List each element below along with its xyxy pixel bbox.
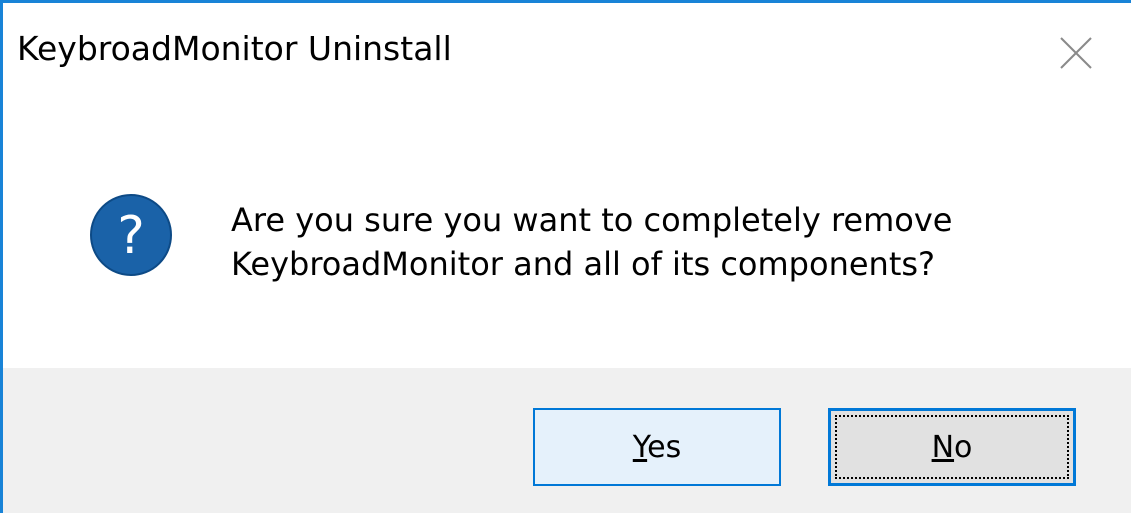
title-bar[interactable]: KeybroadMonitor Uninstall [3, 3, 1131, 103]
button-bar: Yes No [3, 368, 1131, 513]
no-button[interactable]: No [828, 408, 1076, 486]
message-area: ? Are you sure you want to completely re… [3, 103, 1131, 368]
close-button[interactable] [1041, 23, 1111, 83]
svg-text:?: ? [117, 206, 145, 266]
close-icon [1060, 37, 1092, 69]
window-title: KeybroadMonitor Uninstall [17, 29, 452, 68]
no-mnemonic: N [931, 429, 955, 465]
yes-button-label: Yes [633, 430, 681, 465]
confirmation-message: Are you sure you want to completely remo… [231, 198, 952, 286]
no-label-rest: o [954, 429, 973, 465]
message-line-2: KeybroadMonitor and all of its component… [231, 245, 936, 283]
yes-mnemonic: Y [632, 429, 648, 465]
yes-label-rest: es [647, 429, 682, 465]
yes-button[interactable]: Yes [533, 408, 781, 486]
uninstall-dialog: KeybroadMonitor Uninstall ? Are you sure… [0, 0, 1131, 513]
question-icon: ? [90, 194, 172, 276]
message-line-1: Are you sure you want to completely remo… [231, 201, 953, 239]
no-button-label: No [932, 430, 973, 465]
